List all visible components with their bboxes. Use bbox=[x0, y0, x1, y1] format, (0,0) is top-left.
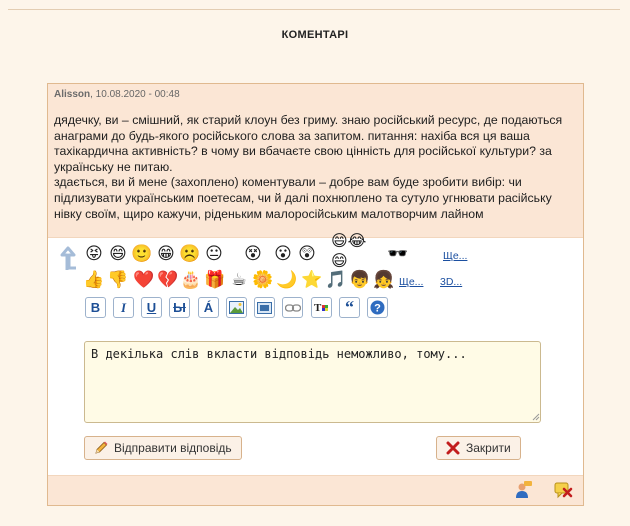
emoticon-heart-icon[interactable]: ❤️ bbox=[133, 270, 154, 290]
text-color-button[interactable]: T bbox=[311, 297, 332, 318]
svg-text:T: T bbox=[314, 302, 322, 314]
close-x-icon bbox=[444, 440, 461, 457]
underline-button[interactable]: U bbox=[141, 297, 162, 318]
emoticon-surprised-icon[interactable]: 😮 bbox=[273, 244, 293, 264]
send-reply-button[interactable]: Відправити відповідь bbox=[84, 436, 242, 460]
emoticon-shocked-icon[interactable]: 😲 bbox=[297, 244, 317, 264]
video-button[interactable] bbox=[254, 297, 275, 318]
comment-author[interactable]: Alisson bbox=[54, 89, 90, 100]
emoticon-neutral-icon[interactable]: 😐 bbox=[204, 244, 224, 264]
emoticon-star-icon[interactable]: ⭐ bbox=[301, 270, 322, 290]
video-icon bbox=[257, 301, 272, 314]
emoticon-boy-icon[interactable]: 👦 bbox=[349, 270, 370, 290]
emoticon-group-icon[interactable]: 😄😂😄 bbox=[331, 233, 375, 270]
emoticon-tongue-icon[interactable]: 😝 bbox=[84, 244, 104, 264]
emoticon-coffee-icon[interactable]: ☕ bbox=[229, 270, 249, 290]
close-button[interactable]: Закрити bbox=[436, 436, 521, 460]
emoticons-more-link[interactable]: Ще... bbox=[443, 250, 467, 262]
emoticon-music-icon[interactable]: 🎵 bbox=[325, 270, 346, 290]
emoticon-broken-heart-icon[interactable]: 💔 bbox=[157, 270, 178, 290]
comment-meta: Alisson, 10.08.2020 - 00:48 bbox=[54, 89, 577, 100]
send-reply-label: Відправити відповідь bbox=[114, 441, 232, 455]
image-icon bbox=[229, 301, 244, 314]
emoticon-laugh-icon[interactable]: 😄 bbox=[108, 244, 128, 264]
link-button[interactable] bbox=[282, 297, 303, 318]
emoticon-sad-icon[interactable]: ☹️ bbox=[179, 244, 200, 264]
section-title: КОМЕНТАРІ bbox=[281, 29, 349, 41]
emoticon-moon-icon[interactable]: 🌙 bbox=[276, 270, 297, 290]
emoticon-cake-icon[interactable]: 🎂 bbox=[180, 270, 201, 290]
svg-text:?: ? bbox=[374, 303, 381, 315]
emoticon-flower-icon[interactable]: 🌼 bbox=[252, 270, 273, 290]
text-color-icon: T bbox=[314, 302, 328, 314]
emoticon-thumbs-up-icon[interactable]: 👍 bbox=[83, 270, 104, 290]
emoticon-dizzy-icon[interactable]: 😵 bbox=[243, 244, 263, 264]
help-icon: ? bbox=[370, 300, 385, 315]
image-button[interactable] bbox=[226, 297, 247, 318]
emoticon-spy-icon[interactable]: 🕶️ bbox=[387, 244, 408, 264]
reply-textarea[interactable] bbox=[84, 341, 541, 423]
bold-button[interactable]: B bbox=[85, 297, 106, 318]
strikethrough-button[interactable]: Ы bbox=[169, 297, 190, 318]
close-label: Закрити bbox=[466, 441, 511, 455]
resize-grip-icon[interactable] bbox=[531, 412, 540, 421]
emoticon-smile-icon[interactable]: 🙂 bbox=[131, 244, 152, 264]
quote-button[interactable]: “ bbox=[339, 297, 360, 318]
italic-button[interactable]: I bbox=[113, 297, 134, 318]
top-divider bbox=[8, 9, 620, 10]
emoticon-thumbs-down-icon[interactable]: 👎 bbox=[107, 270, 128, 290]
comment-date: , 10.08.2020 - 00:48 bbox=[90, 89, 180, 100]
user-comment-icon[interactable] bbox=[513, 480, 533, 500]
accent-button[interactable]: Á bbox=[198, 297, 219, 318]
comment-block: Alisson, 10.08.2020 - 00:48 дядечку, ви … bbox=[48, 84, 583, 238]
emoticon-gift-icon[interactable]: 🎁 bbox=[204, 270, 225, 290]
pencil-icon bbox=[92, 440, 109, 457]
comment-text: дядечку, ви – смішний, як старий клоун б… bbox=[54, 113, 563, 221]
emoticon-girl-icon[interactable]: 👧 bbox=[373, 270, 394, 290]
comment-panel: Alisson, 10.08.2020 - 00:48 дядечку, ви … bbox=[47, 83, 584, 506]
delete-comment-icon[interactable] bbox=[553, 480, 573, 500]
panel-footer bbox=[48, 475, 583, 505]
reply-arrow-icon bbox=[58, 246, 78, 272]
emoticon-grin-icon[interactable]: 😁 bbox=[156, 244, 176, 264]
chain-link-icon bbox=[284, 303, 301, 312]
emoticons-3d-link[interactable]: 3D... bbox=[440, 276, 462, 288]
help-button[interactable]: ? bbox=[367, 297, 388, 318]
emoticons-more-link-2[interactable]: Ще... bbox=[399, 276, 423, 288]
